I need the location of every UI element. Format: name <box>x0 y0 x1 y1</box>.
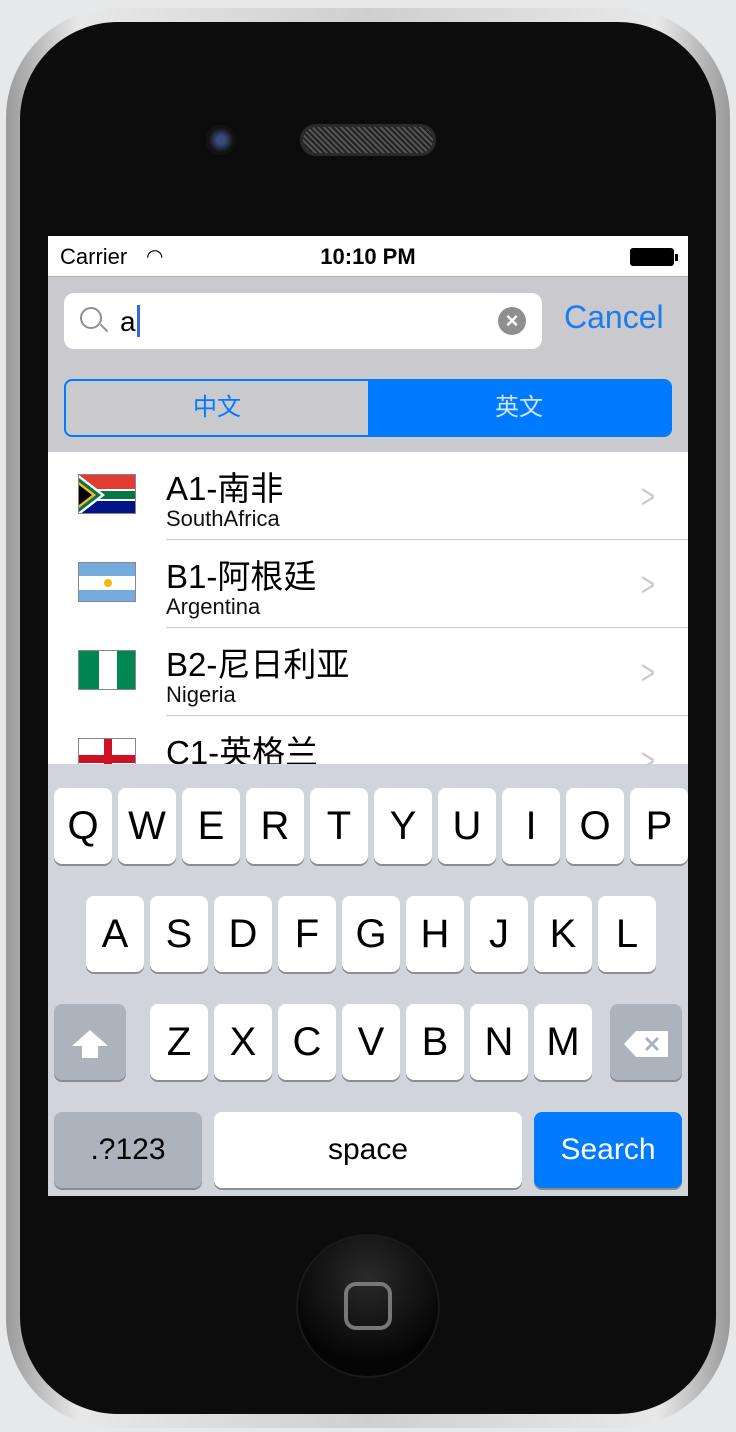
row-subtitle: Argentina <box>166 594 261 619</box>
key-c[interactable]: C <box>278 1004 336 1080</box>
key-e[interactable]: E <box>182 788 240 864</box>
search-bar: a × Cancel 中文 英文 <box>48 276 688 452</box>
key-d[interactable]: D <box>214 896 272 972</box>
cancel-button[interactable]: Cancel <box>564 299 664 336</box>
language-segmented-control: 中文 英文 <box>64 379 672 437</box>
key-s[interactable]: S <box>150 896 208 972</box>
results-list: A1-南非 SouthAfrica > B1-阿根廷 Argentina > B… <box>48 452 688 804</box>
key-f[interactable]: F <box>278 896 336 972</box>
key-u[interactable]: U <box>438 788 496 864</box>
battery-icon <box>630 248 678 266</box>
shift-key[interactable] <box>54 1004 126 1080</box>
screen: Carrier ◠ 10:10 PM a × Cancel 中文 英文 A1-南… <box>48 236 688 1196</box>
segment-english[interactable]: 英文 <box>368 381 670 435</box>
list-item[interactable]: A1-南非 SouthAfrica > <box>48 452 688 540</box>
key-r[interactable]: R <box>246 788 304 864</box>
key-l[interactable]: L <box>598 896 656 972</box>
space-key[interactable]: space <box>214 1112 522 1188</box>
delete-key[interactable] <box>610 1004 682 1080</box>
key-h[interactable]: H <box>406 896 464 972</box>
key-n[interactable]: N <box>470 1004 528 1080</box>
chevron-right-icon: > <box>641 654 656 692</box>
row-title: A1-南非 <box>166 470 284 507</box>
keyboard: .?123 space Search QWERTYUIOP ASDFGHJKL ZX… <box>48 764 688 1196</box>
status-time: 10:10 PM <box>320 244 416 269</box>
segment-chinese[interactable]: 中文 <box>66 381 368 435</box>
key-i[interactable]: I <box>502 788 560 864</box>
key-k[interactable]: K <box>534 896 592 972</box>
row-title: B2-尼日利亚 <box>166 646 350 683</box>
key-p[interactable]: P <box>630 788 688 864</box>
chevron-right-icon: > <box>641 478 656 516</box>
search-key[interactable]: Search <box>534 1112 682 1188</box>
list-item[interactable]: B1-阿根廷 Argentina > <box>48 540 688 628</box>
flag-argentina-icon <box>78 562 136 602</box>
row-subtitle: SouthAfrica <box>166 506 280 531</box>
search-input[interactable]: a × <box>64 293 542 349</box>
key-g[interactable]: G <box>342 896 400 972</box>
numbers-key[interactable]: .?123 <box>54 1112 202 1188</box>
list-item[interactable]: B2-尼日利亚 Nigeria > <box>48 628 688 716</box>
key-w[interactable]: W <box>118 788 176 864</box>
key-o[interactable]: O <box>566 788 624 864</box>
key-b[interactable]: B <box>406 1004 464 1080</box>
search-value: a <box>120 306 136 337</box>
key-t[interactable]: T <box>310 788 368 864</box>
key-x[interactable]: X <box>214 1004 272 1080</box>
chevron-right-icon: > <box>641 566 656 604</box>
text-caret <box>136 305 140 337</box>
key-a[interactable]: A <box>86 896 144 972</box>
key-m[interactable]: M <box>534 1004 592 1080</box>
camera-icon <box>206 125 236 155</box>
home-square-icon <box>344 1282 392 1330</box>
key-j[interactable]: J <box>470 896 528 972</box>
flag-south-africa-icon <box>78 474 136 514</box>
search-icon <box>80 307 102 329</box>
flag-nigeria-icon <box>78 650 136 690</box>
clear-icon[interactable]: × <box>498 307 526 335</box>
row-subtitle: Nigeria <box>166 682 236 707</box>
key-z[interactable]: Z <box>150 1004 208 1080</box>
key-v[interactable]: V <box>342 1004 400 1080</box>
home-button[interactable] <box>298 1236 438 1376</box>
key-y[interactable]: Y <box>374 788 432 864</box>
key-q[interactable]: Q <box>54 788 112 864</box>
status-bar: Carrier ◠ 10:10 PM <box>48 236 688 276</box>
speaker-grille <box>300 124 436 156</box>
row-title: B1-阿根廷 <box>166 558 317 595</box>
